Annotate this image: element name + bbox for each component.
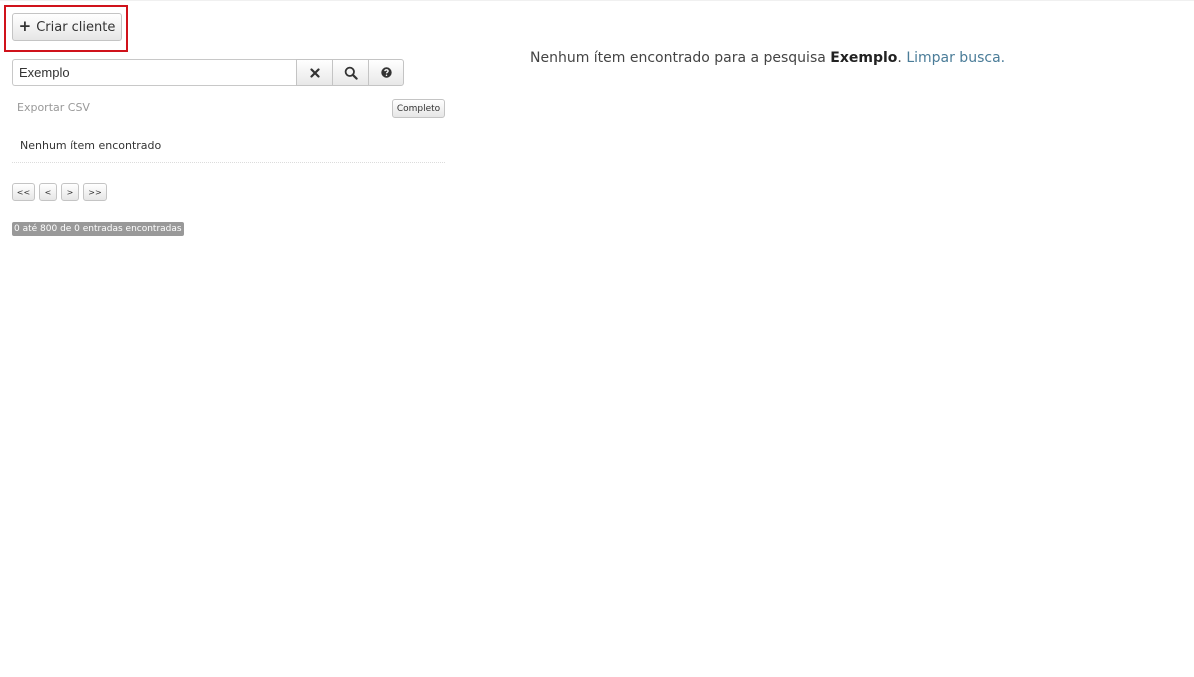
pagination: << < > >> — [12, 183, 107, 201]
create-client-label: Criar cliente — [36, 19, 116, 35]
clear-search-button[interactable] — [296, 59, 333, 86]
empty-list-text: Nenhum ítem encontrado — [20, 139, 162, 152]
export-full-button[interactable]: Completo — [392, 99, 445, 118]
no-results-suffix: . — [897, 50, 902, 66]
help-button[interactable] — [368, 59, 404, 86]
search-term: Exemplo — [830, 50, 898, 66]
prev-page-button[interactable]: < — [39, 183, 57, 201]
first-page-button[interactable]: << — [12, 183, 35, 201]
export-csv-link[interactable]: Exportar CSV — [17, 101, 90, 114]
search-bar — [12, 59, 404, 86]
no-results-message: Nenhum ítem encontrado para a pesquisa E… — [530, 50, 1005, 66]
search-button[interactable] — [332, 59, 369, 86]
clear-icon — [309, 67, 320, 78]
help-icon — [380, 67, 392, 78]
search-icon — [344, 66, 358, 80]
no-results-prefix: Nenhum ítem encontrado para a pesquisa — [530, 50, 831, 66]
clear-search-link[interactable]: Limpar busca. — [906, 50, 1005, 66]
top-divider — [0, 0, 1194, 1]
search-input[interactable] — [12, 59, 297, 86]
results-count-badge: 0 até 800 de 0 entradas encontradas — [12, 222, 184, 236]
next-page-button[interactable]: > — [61, 183, 79, 201]
plus-icon: + — [18, 17, 32, 35]
list-item: Nenhum ítem encontrado — [12, 137, 445, 163]
last-page-button[interactable]: >> — [83, 183, 107, 201]
create-client-button[interactable]: + Criar cliente — [12, 13, 122, 41]
